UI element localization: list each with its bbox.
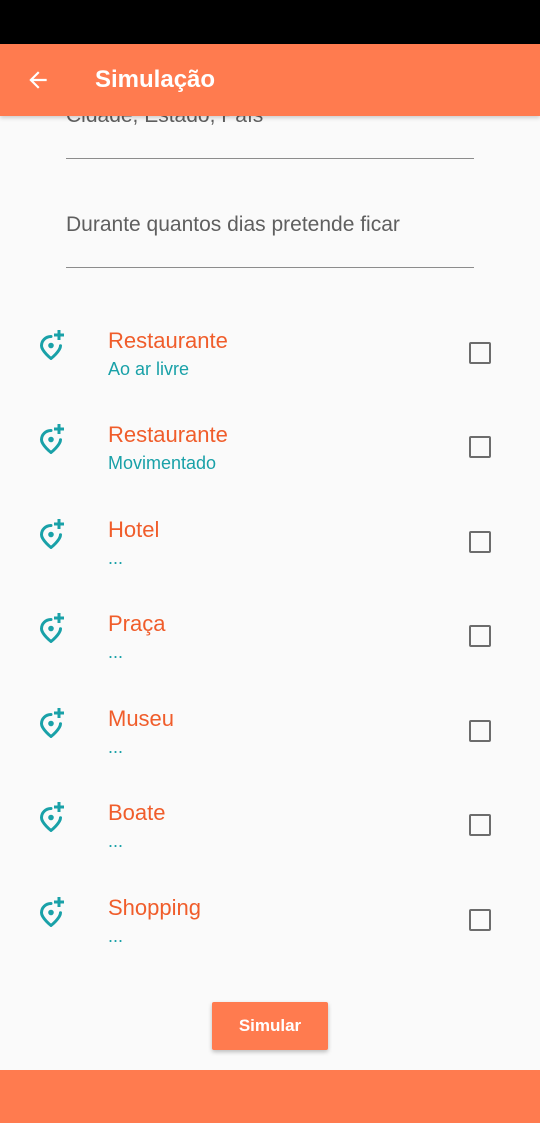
place-checkbox[interactable] xyxy=(469,625,491,647)
back-button[interactable] xyxy=(22,64,54,96)
place-checkbox[interactable] xyxy=(469,814,491,836)
add-location-icon xyxy=(39,613,64,643)
days-field-text: Durante quantos dias pretende ficar xyxy=(66,213,400,236)
city-field[interactable]: Cidade, Estado, País xyxy=(66,116,474,159)
add-location-icon xyxy=(39,424,64,454)
place-checkbox[interactable] xyxy=(469,436,491,458)
simulation-form: Cidade, Estado, País Durante quantos dia… xyxy=(0,116,540,1070)
place-title: Hotel xyxy=(108,517,160,542)
place-subtitle: Ao ar livre xyxy=(108,359,190,379)
status-bar xyxy=(0,0,540,44)
place-item-museu[interactable]: Museu ... xyxy=(0,706,540,800)
add-location-icon xyxy=(39,519,64,549)
place-item-restaurante-ao-ar-livre[interactable]: Restaurante Ao ar livre xyxy=(0,328,540,422)
add-location-icon xyxy=(39,897,64,927)
place-item-boate[interactable]: Boate ... xyxy=(0,800,540,894)
bottom-bar xyxy=(0,1070,540,1123)
place-subtitle: ... xyxy=(108,737,124,757)
place-title: Restaurante xyxy=(108,328,228,353)
place-item-shopping[interactable]: Shopping ... xyxy=(0,895,540,989)
simulate-button[interactable]: Simular xyxy=(212,1002,328,1050)
place-title: Boate xyxy=(108,800,166,825)
place-subtitle: ... xyxy=(108,548,124,568)
days-field[interactable]: Durante quantos dias pretende ficar xyxy=(66,190,474,268)
place-subtitle: ... xyxy=(108,926,124,946)
app-bar: Simulação xyxy=(0,44,540,116)
place-subtitle: ... xyxy=(108,831,124,851)
city-field-text: Cidade, Estado, País xyxy=(66,116,263,128)
place-title: Shopping xyxy=(108,895,201,920)
place-subtitle: ... xyxy=(108,642,124,662)
place-checkbox[interactable] xyxy=(469,531,491,553)
place-item-hotel[interactable]: Hotel ... xyxy=(0,517,540,611)
place-item-praca[interactable]: Praça ... xyxy=(0,611,540,705)
place-checkbox[interactable] xyxy=(469,909,491,931)
page-title: Simulação xyxy=(95,66,216,93)
add-location-icon xyxy=(39,802,64,832)
arrow-left-icon xyxy=(29,71,47,89)
place-checkbox[interactable] xyxy=(469,342,491,364)
place-title: Museu xyxy=(108,706,175,731)
place-title: Restaurante xyxy=(108,422,228,447)
add-location-icon xyxy=(39,330,64,360)
place-checkbox[interactable] xyxy=(469,720,491,742)
place-subtitle: Movimentado xyxy=(108,453,217,473)
place-item-restaurante-movimentado[interactable]: Restaurante Movimentado xyxy=(0,422,540,516)
place-title: Praça xyxy=(108,611,166,636)
add-location-icon xyxy=(39,708,64,738)
